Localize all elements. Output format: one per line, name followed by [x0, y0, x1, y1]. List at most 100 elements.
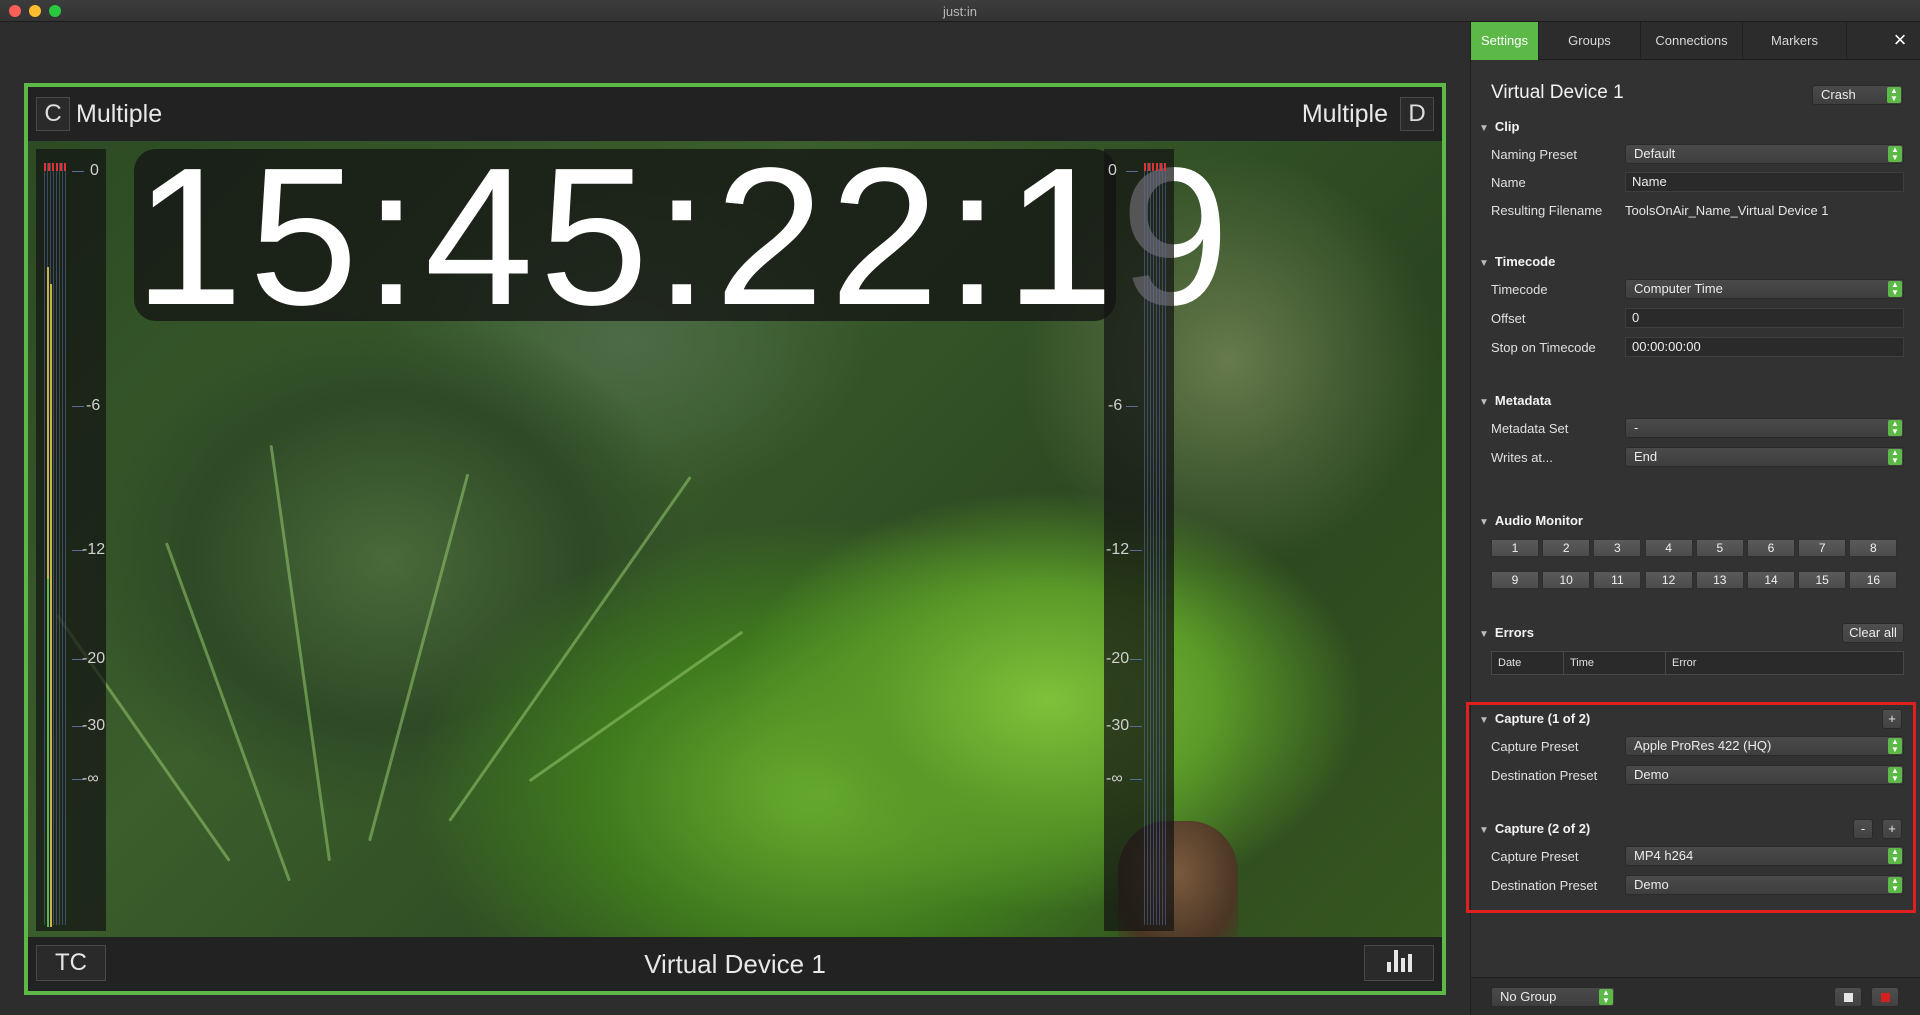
- scale-label: -30: [1106, 717, 1130, 734]
- timecode-label: Timecode: [1491, 282, 1548, 297]
- timecode-section-header[interactable]: ▼ Timecode: [1479, 254, 1555, 269]
- panel-footer: No Group ▲ ▼: [1471, 977, 1920, 1015]
- disclosure-triangle-icon: ▼: [1479, 517, 1489, 528]
- offset-label: Offset: [1491, 311, 1526, 326]
- audio-channel-button[interactable]: 6: [1747, 539, 1795, 557]
- tab-settings[interactable]: Settings: [1471, 22, 1539, 60]
- audio-channel-button[interactable]: 3: [1593, 539, 1642, 557]
- audio-levels-button[interactable]: [1364, 945, 1434, 981]
- disclosure-triangle-icon: ▼: [1479, 397, 1489, 408]
- timecode-overlay: 15:45:22:19: [134, 141, 1229, 335]
- scale-label: -12: [82, 541, 106, 558]
- left-audio-meter: 0 -6 -12 -20 -30 -∞: [36, 149, 106, 931]
- audio-channel-button[interactable]: 15: [1798, 571, 1847, 589]
- capture-highlight-box: [1466, 702, 1916, 913]
- writes-at-label: Writes at...: [1491, 450, 1553, 465]
- naming-preset-select[interactable]: Default ▲ ▼: [1625, 144, 1904, 164]
- metadata-set-label: Metadata Set: [1491, 421, 1569, 436]
- chevron-updown-icon: ▲ ▼: [1888, 420, 1902, 436]
- tab-markers[interactable]: Markers: [1743, 22, 1847, 60]
- right-source-label: Multiple: [1301, 100, 1388, 128]
- errors-section-header[interactable]: ▼ Errors: [1479, 625, 1534, 640]
- scale-label: -6: [1108, 397, 1123, 414]
- scale-label: -6: [86, 397, 101, 414]
- stop-on-timecode-field[interactable]: 00:00:00:00: [1625, 337, 1904, 357]
- disclosure-triangle-icon: ▼: [1479, 123, 1489, 134]
- resulting-filename-label: Resulting Filename: [1491, 203, 1603, 218]
- name-field[interactable]: Name: [1625, 172, 1904, 192]
- column-header-error[interactable]: Error: [1666, 652, 1905, 674]
- scale-label: 0: [1108, 162, 1117, 179]
- left-source-label: Multiple: [76, 100, 163, 128]
- peak-indicator: [44, 163, 68, 171]
- right-audio-meter: 0 -6 -12 -20 -30 -∞: [1104, 149, 1174, 931]
- device-mode-select[interactable]: Crash ▲ ▼: [1812, 85, 1903, 105]
- grass-decoration: [269, 444, 331, 862]
- disclosure-triangle-icon: ▼: [1479, 629, 1489, 640]
- grass-decoration: [448, 476, 692, 822]
- audio-channel-button[interactable]: 16: [1849, 571, 1898, 589]
- audio-channel-button[interactable]: 14: [1747, 571, 1795, 589]
- level-bar: [47, 579, 49, 927]
- audio-levels-icon: [1387, 962, 1391, 972]
- chevron-updown-icon: ▲ ▼: [1599, 989, 1613, 1005]
- audio-channel-button[interactable]: 5: [1695, 539, 1744, 557]
- scale-label: -∞: [82, 770, 99, 787]
- metadata-section-header[interactable]: ▼ Metadata: [1479, 393, 1551, 408]
- metadata-set-select[interactable]: - ▲ ▼: [1625, 418, 1904, 438]
- source-c-indicator[interactable]: C: [36, 97, 70, 131]
- clear-all-button[interactable]: Clear all: [1842, 623, 1904, 643]
- audio-channel-button[interactable]: 8: [1849, 539, 1898, 557]
- audio-channel-button[interactable]: 7: [1798, 539, 1847, 557]
- title-bar: just:in: [0, 0, 1920, 22]
- device-name-label: Virtual Device 1: [644, 949, 826, 979]
- inspector-panel: Settings Groups Connections Markers × Vi…: [1466, 22, 1920, 1015]
- scale-label: -20: [82, 650, 106, 667]
- offset-field[interactable]: 0: [1625, 308, 1904, 328]
- preview-frame: C Multiple Multiple D 0 -6 -12 -20 -30 -…: [24, 83, 1446, 995]
- audio-channel-button[interactable]: 9: [1491, 571, 1539, 589]
- audio-channel-button[interactable]: 11: [1593, 571, 1642, 589]
- scale-label: -∞: [1106, 770, 1123, 787]
- source-d-indicator[interactable]: D: [1400, 97, 1434, 131]
- stop-button[interactable]: [1834, 987, 1862, 1007]
- chevron-updown-icon: ▲ ▼: [1888, 146, 1902, 162]
- writes-at-select[interactable]: End ▲ ▼: [1625, 447, 1904, 467]
- chevron-updown-icon: ▲ ▼: [1887, 87, 1901, 103]
- audio-channel-button[interactable]: 10: [1542, 571, 1591, 589]
- column-header-date[interactable]: Date: [1492, 652, 1564, 674]
- audio-channel-button[interactable]: 2: [1542, 539, 1591, 557]
- preview-top-bar: C Multiple Multiple D: [28, 87, 1442, 141]
- stop-icon: [1844, 993, 1853, 1002]
- audio-channel-button[interactable]: 12: [1644, 571, 1693, 589]
- window-title: just:in: [943, 4, 977, 19]
- tab-connections[interactable]: Connections: [1641, 22, 1743, 60]
- tab-bar: Settings Groups Connections Markers ×: [1471, 22, 1920, 60]
- scale-label: -30: [82, 717, 106, 734]
- peak-indicator: [1144, 163, 1168, 171]
- column-header-time[interactable]: Time: [1564, 652, 1666, 674]
- audio-monitor-section-header[interactable]: ▼ Audio Monitor: [1479, 513, 1583, 528]
- preview-bottom-bar: TC Virtual Device 1: [28, 937, 1442, 991]
- group-select[interactable]: No Group ▲ ▼: [1491, 987, 1615, 1007]
- audio-channel-button[interactable]: 4: [1644, 539, 1693, 557]
- errors-table: Date Time Error: [1491, 651, 1904, 675]
- scale-label: -20: [1106, 650, 1130, 667]
- clip-section-header[interactable]: ▼ Clip: [1479, 119, 1519, 134]
- audio-channel-button[interactable]: 13: [1695, 571, 1744, 589]
- device-title: Virtual Device 1: [1491, 82, 1624, 103]
- grass-decoration: [368, 473, 470, 842]
- timecode-select[interactable]: Computer Time ▲ ▼: [1625, 279, 1904, 299]
- chevron-updown-icon: ▲ ▼: [1888, 281, 1902, 297]
- video-preview: 0 -6 -12 -20 -30 -∞ 15:45:22:19 0 -6 -12…: [28, 141, 1442, 937]
- grass-decoration: [528, 630, 744, 783]
- disclosure-triangle-icon: ▼: [1479, 258, 1489, 269]
- audio-channel-button[interactable]: 1: [1491, 539, 1539, 557]
- record-button[interactable]: [1871, 987, 1899, 1007]
- level-bar: [50, 284, 52, 927]
- close-icon[interactable]: ×: [1888, 28, 1912, 52]
- grass-decoration: [164, 542, 291, 882]
- preview-area: C Multiple Multiple D 0 -6 -12 -20 -30 -…: [0, 22, 1470, 1015]
- tab-groups[interactable]: Groups: [1539, 22, 1641, 60]
- name-label: Name: [1491, 175, 1526, 190]
